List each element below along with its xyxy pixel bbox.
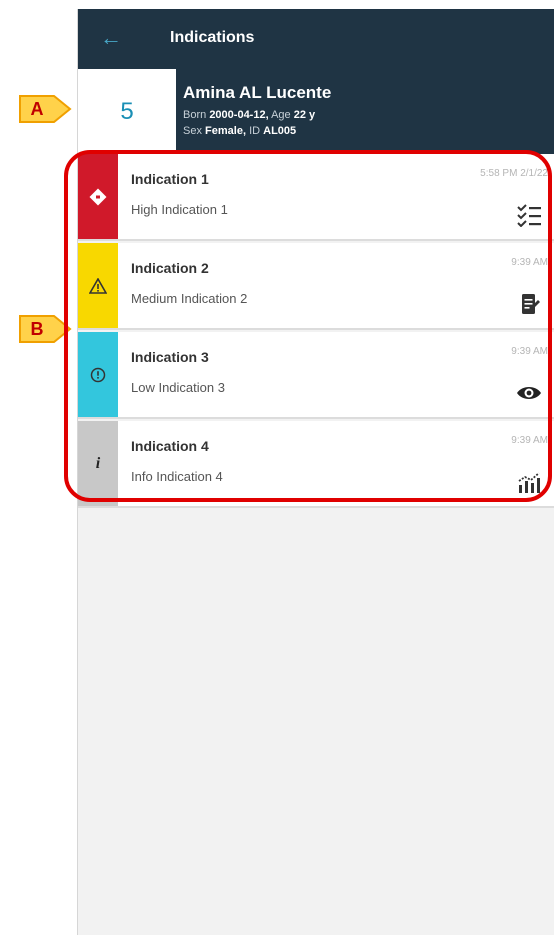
patient-birth-line: Born 2000-04-12, Age 22 y — [183, 109, 315, 121]
id-label: ID — [249, 125, 261, 137]
patient-id-line: Sex Female, ID AL005 — [183, 125, 296, 137]
bed-number: 5 — [78, 69, 176, 154]
birth-date: 2000-04-12, — [209, 109, 269, 121]
patient-id: AL005 — [263, 125, 297, 137]
indications-highlight-frame — [64, 150, 552, 502]
back-arrow-icon[interactable]: ← — [96, 23, 126, 53]
app-bar: ← Indications — [78, 9, 554, 69]
patient-name: Amina AL Lucente — [183, 83, 332, 102]
sex-label: Sex — [183, 125, 202, 137]
patient-header[interactable]: 5 Amina AL Lucente Born 2000-04-12, Age … — [78, 69, 554, 154]
callout-a-label: A — [30, 98, 44, 119]
callout-b-label: B — [30, 318, 44, 339]
page-title: Indications — [170, 29, 255, 46]
sex-value: Female, — [205, 125, 246, 137]
age-value: 22 y — [293, 109, 316, 121]
age-label: Age — [271, 109, 291, 121]
born-label: Born — [183, 109, 207, 121]
